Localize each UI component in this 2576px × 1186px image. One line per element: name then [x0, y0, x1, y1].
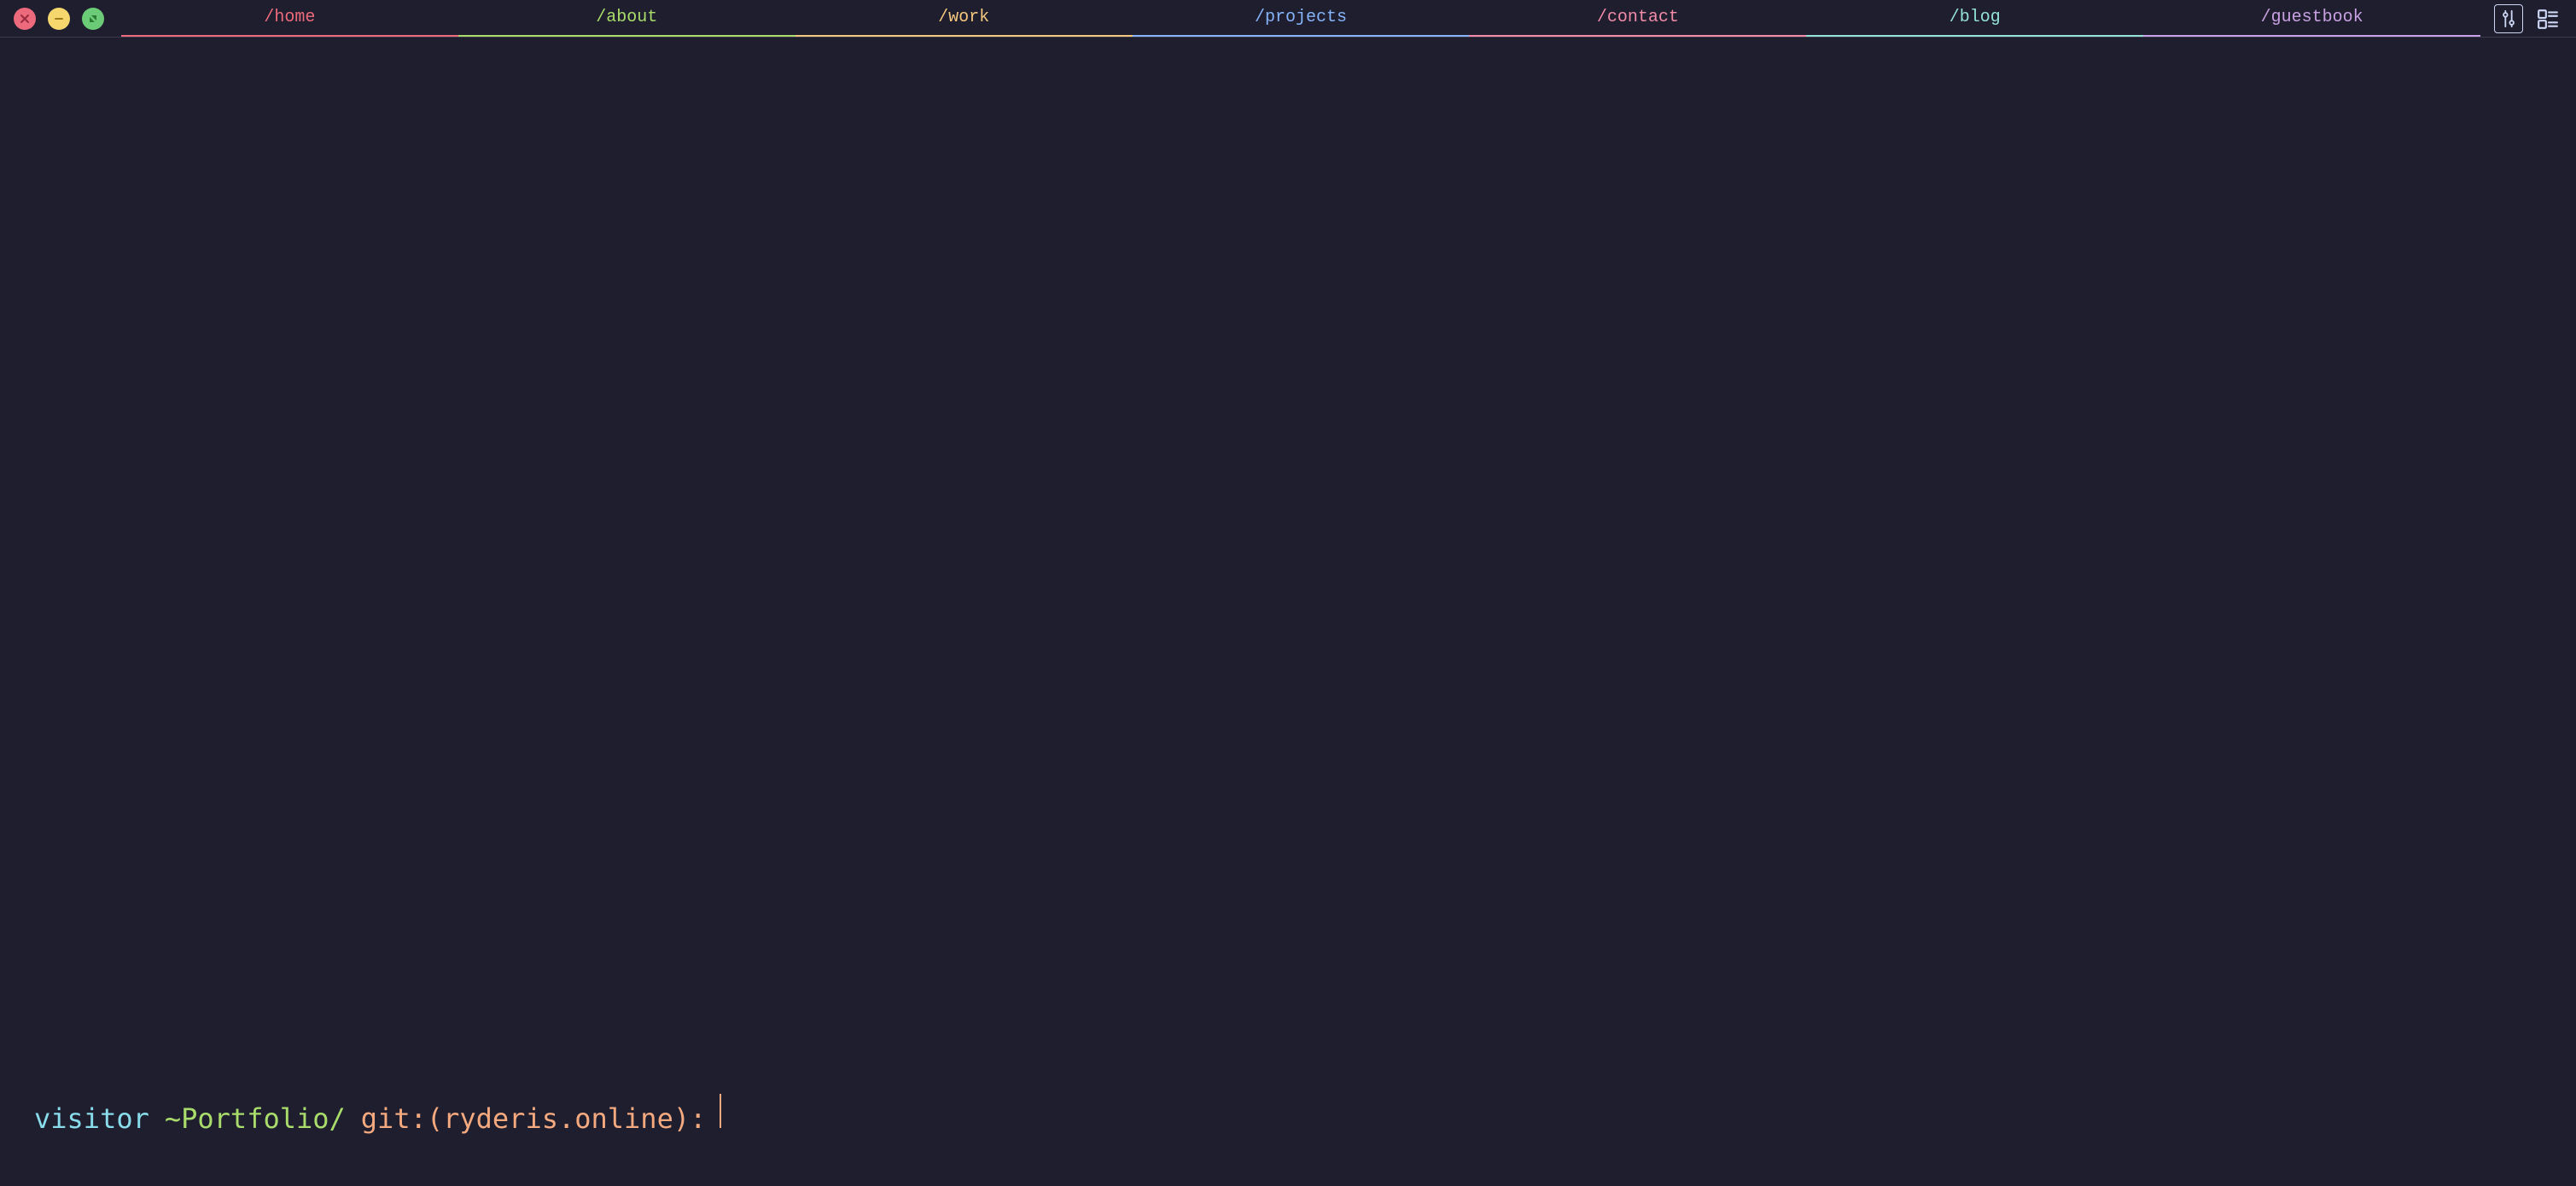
cursor [720, 1094, 721, 1128]
settings-button[interactable] [2494, 4, 2523, 33]
tabs-container: /home /about /work /projects /contact /b… [121, 0, 2480, 37]
tab-about[interactable]: /about [458, 0, 796, 37]
layout-button[interactable] [2533, 4, 2562, 33]
minimize-icon [53, 13, 65, 25]
tab-label: /work [938, 8, 989, 27]
tab-label: /projects [1255, 8, 1347, 27]
tab-label: /home [264, 8, 315, 27]
tab-guestbook[interactable]: /guestbook [2143, 0, 2480, 37]
tab-home[interactable]: /home [121, 0, 458, 37]
close-button[interactable] [14, 8, 36, 30]
layout-list-icon [2537, 8, 2559, 30]
tab-blog[interactable]: /blog [1806, 0, 2143, 37]
tab-label: /about [596, 8, 657, 27]
terminal-window: /home /about /work /projects /contact /b… [0, 0, 2576, 1186]
tab-projects[interactable]: /projects [1133, 0, 1470, 37]
maximize-button[interactable] [82, 8, 104, 30]
maximize-icon [87, 13, 99, 25]
terminal-body[interactable]: visitor ~Portfolio/ git:(ryderis.online)… [0, 38, 2576, 1186]
toolbar-buttons [2480, 4, 2562, 33]
titlebar: /home /about /work /projects /contact /b… [0, 0, 2576, 38]
tab-contact[interactable]: /contact [1469, 0, 1806, 37]
close-icon [19, 13, 31, 25]
tab-label: /blog [1949, 8, 2001, 27]
prompt-git: git:(ryderis.online): [361, 1102, 707, 1135]
prompt-user: visitor [34, 1102, 149, 1135]
tab-label: /guestbook [2261, 8, 2363, 27]
tab-label: /contact [1597, 8, 1679, 27]
tab-work[interactable]: /work [796, 0, 1133, 37]
minimize-button[interactable] [48, 8, 70, 30]
prompt-path: ~Portfolio/ [165, 1102, 346, 1135]
window-controls [14, 8, 121, 30]
prompt-line: visitor ~Portfolio/ git:(ryderis.online)… [34, 1094, 2542, 1135]
sliders-icon [2499, 9, 2518, 28]
